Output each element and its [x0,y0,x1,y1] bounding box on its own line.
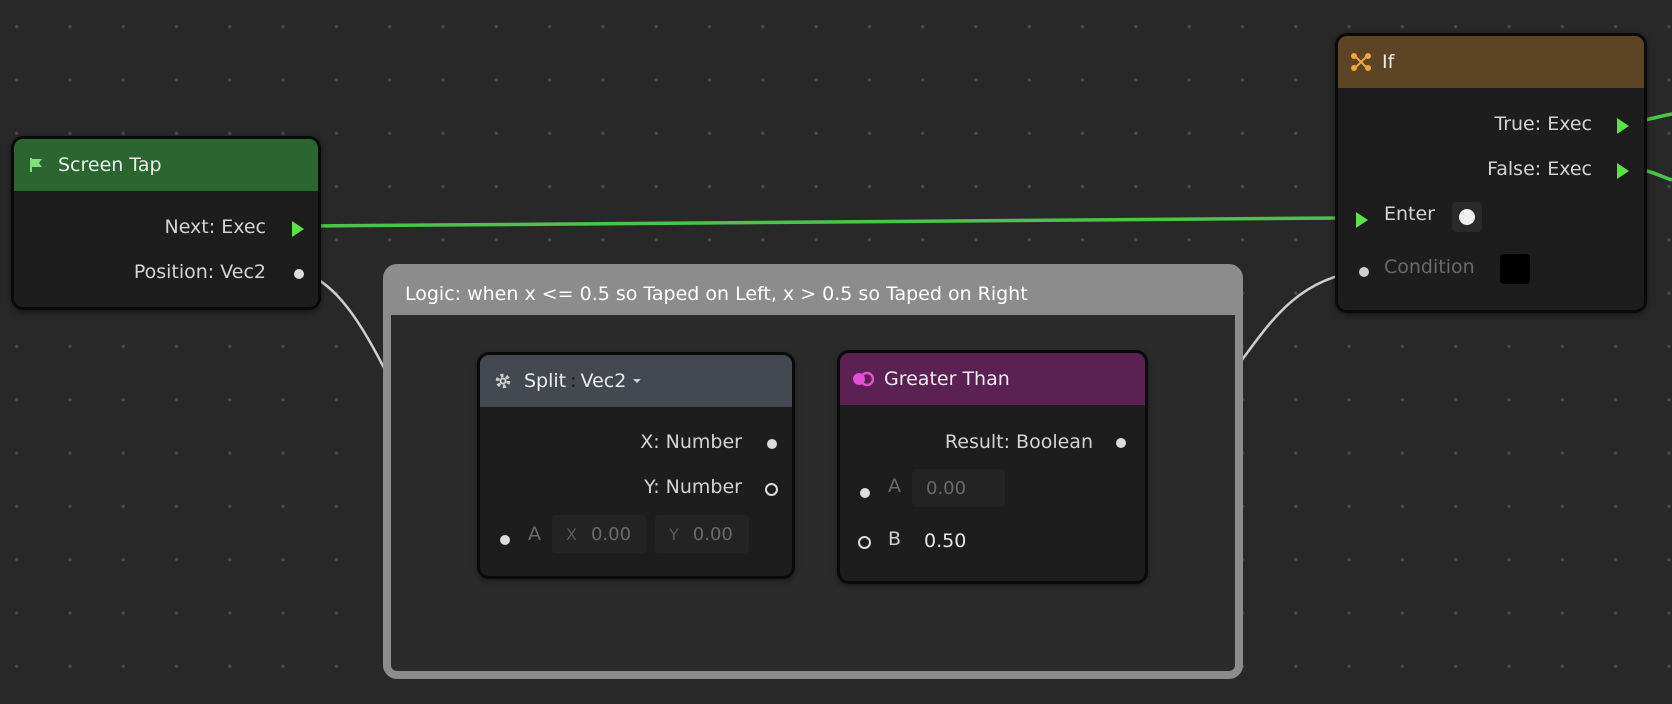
greater-than-title: Greater Than [884,368,1010,390]
condition-label: Condition [1384,256,1475,278]
false-exec-port[interactable] [1617,163,1629,179]
gt-input-b-label: B [888,528,902,550]
screen-tap-node[interactable]: Screen Tap Next: Exec Position: Vec2 [11,136,321,310]
result-boolean-label: Result: Boolean [944,431,1093,453]
condition-checkbox[interactable] [1500,254,1530,284]
greater-than-header[interactable]: Greater Than [840,353,1145,405]
gt-input-a-port[interactable] [860,488,870,498]
branch-icon [1350,51,1372,73]
condition-port[interactable] [1359,267,1369,277]
screen-tap-header[interactable]: Screen Tap [14,139,318,191]
split-title: Split: Vec2 [524,370,626,392]
split-x-label: X [566,524,577,544]
enter-toggle[interactable] [1452,202,1482,232]
true-exec-port[interactable] [1617,118,1629,134]
enter-toggle-dot [1459,209,1475,225]
screen-tap-title: Screen Tap [58,154,162,176]
split-type-dropdown[interactable]: Vec2 [581,370,627,392]
gt-input-a-value: 0.00 [926,477,967,499]
gt-input-b-value[interactable]: 0.50 [924,530,966,552]
chevron-down-icon[interactable] [630,370,644,392]
gt-input-b-port[interactable] [858,536,871,549]
x-number-port[interactable] [767,439,777,449]
split-title-text: Split [524,370,567,392]
split-y-value: 0.00 [692,523,733,545]
position-vec2-port[interactable] [294,269,304,279]
gear-icon [492,370,514,392]
compare-icon [852,368,874,390]
enter-exec-port[interactable] [1356,212,1368,228]
if-header[interactable]: If [1338,36,1644,88]
next-exec-port[interactable] [292,221,304,237]
flag-icon [26,154,48,176]
gt-input-a-field[interactable]: 0.00 [912,469,1005,507]
false-exec-label: False: Exec [1487,158,1592,180]
split-input-a-label: A [528,523,541,545]
group-title[interactable]: Logic: when x <= 0.5 so Taped on Left, x… [391,272,1235,315]
split-y-field[interactable]: Y 0.00 [655,515,749,553]
split-node[interactable]: Split: Vec2 X: Number Y: Number A X 0.00 … [477,352,795,579]
result-boolean-port[interactable] [1116,438,1126,448]
next-exec-label: Next: Exec [164,216,266,238]
gt-input-a-label: A [888,475,901,497]
true-exec-label: True: Exec [1494,113,1592,135]
split-input-a-port[interactable] [500,535,510,545]
split-y-label: Y [669,524,679,544]
position-vec2-label: Position: Vec2 [133,261,266,283]
if-node[interactable]: If True: Exec False: Exec Enter Conditio… [1335,33,1647,313]
y-number-port[interactable] [765,483,778,496]
split-header[interactable]: Split: Vec2 [480,355,792,407]
wire-next-to-enter [306,216,1343,228]
y-number-label: Y: Number [644,476,742,498]
split-x-field[interactable]: X 0.00 [552,515,646,553]
greater-than-node[interactable]: Greater Than Result: Boolean A 0.00 B 0.… [837,350,1148,584]
split-title-sep: : [570,370,577,392]
if-title: If [1382,51,1395,73]
x-number-label: X: Number [640,431,742,453]
split-x-value: 0.00 [590,523,632,545]
enter-label: Enter [1384,203,1435,225]
